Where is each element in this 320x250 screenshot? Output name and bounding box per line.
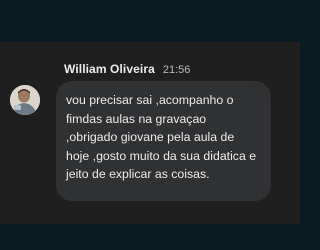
avatar-photo-icon bbox=[10, 85, 40, 115]
sender-avatar[interactable] bbox=[10, 85, 40, 115]
message-bubble[interactable]: vou precisar sai ,acompanho o fimdas aul… bbox=[56, 81, 271, 201]
message-header: William Oliveira 21:56 bbox=[64, 62, 190, 78]
message-timestamp: 21:56 bbox=[162, 64, 191, 76]
sender-name[interactable]: William Oliveira bbox=[64, 62, 155, 76]
message-text: vou precisar sai ,acompanho o fimdas aul… bbox=[66, 93, 257, 182]
